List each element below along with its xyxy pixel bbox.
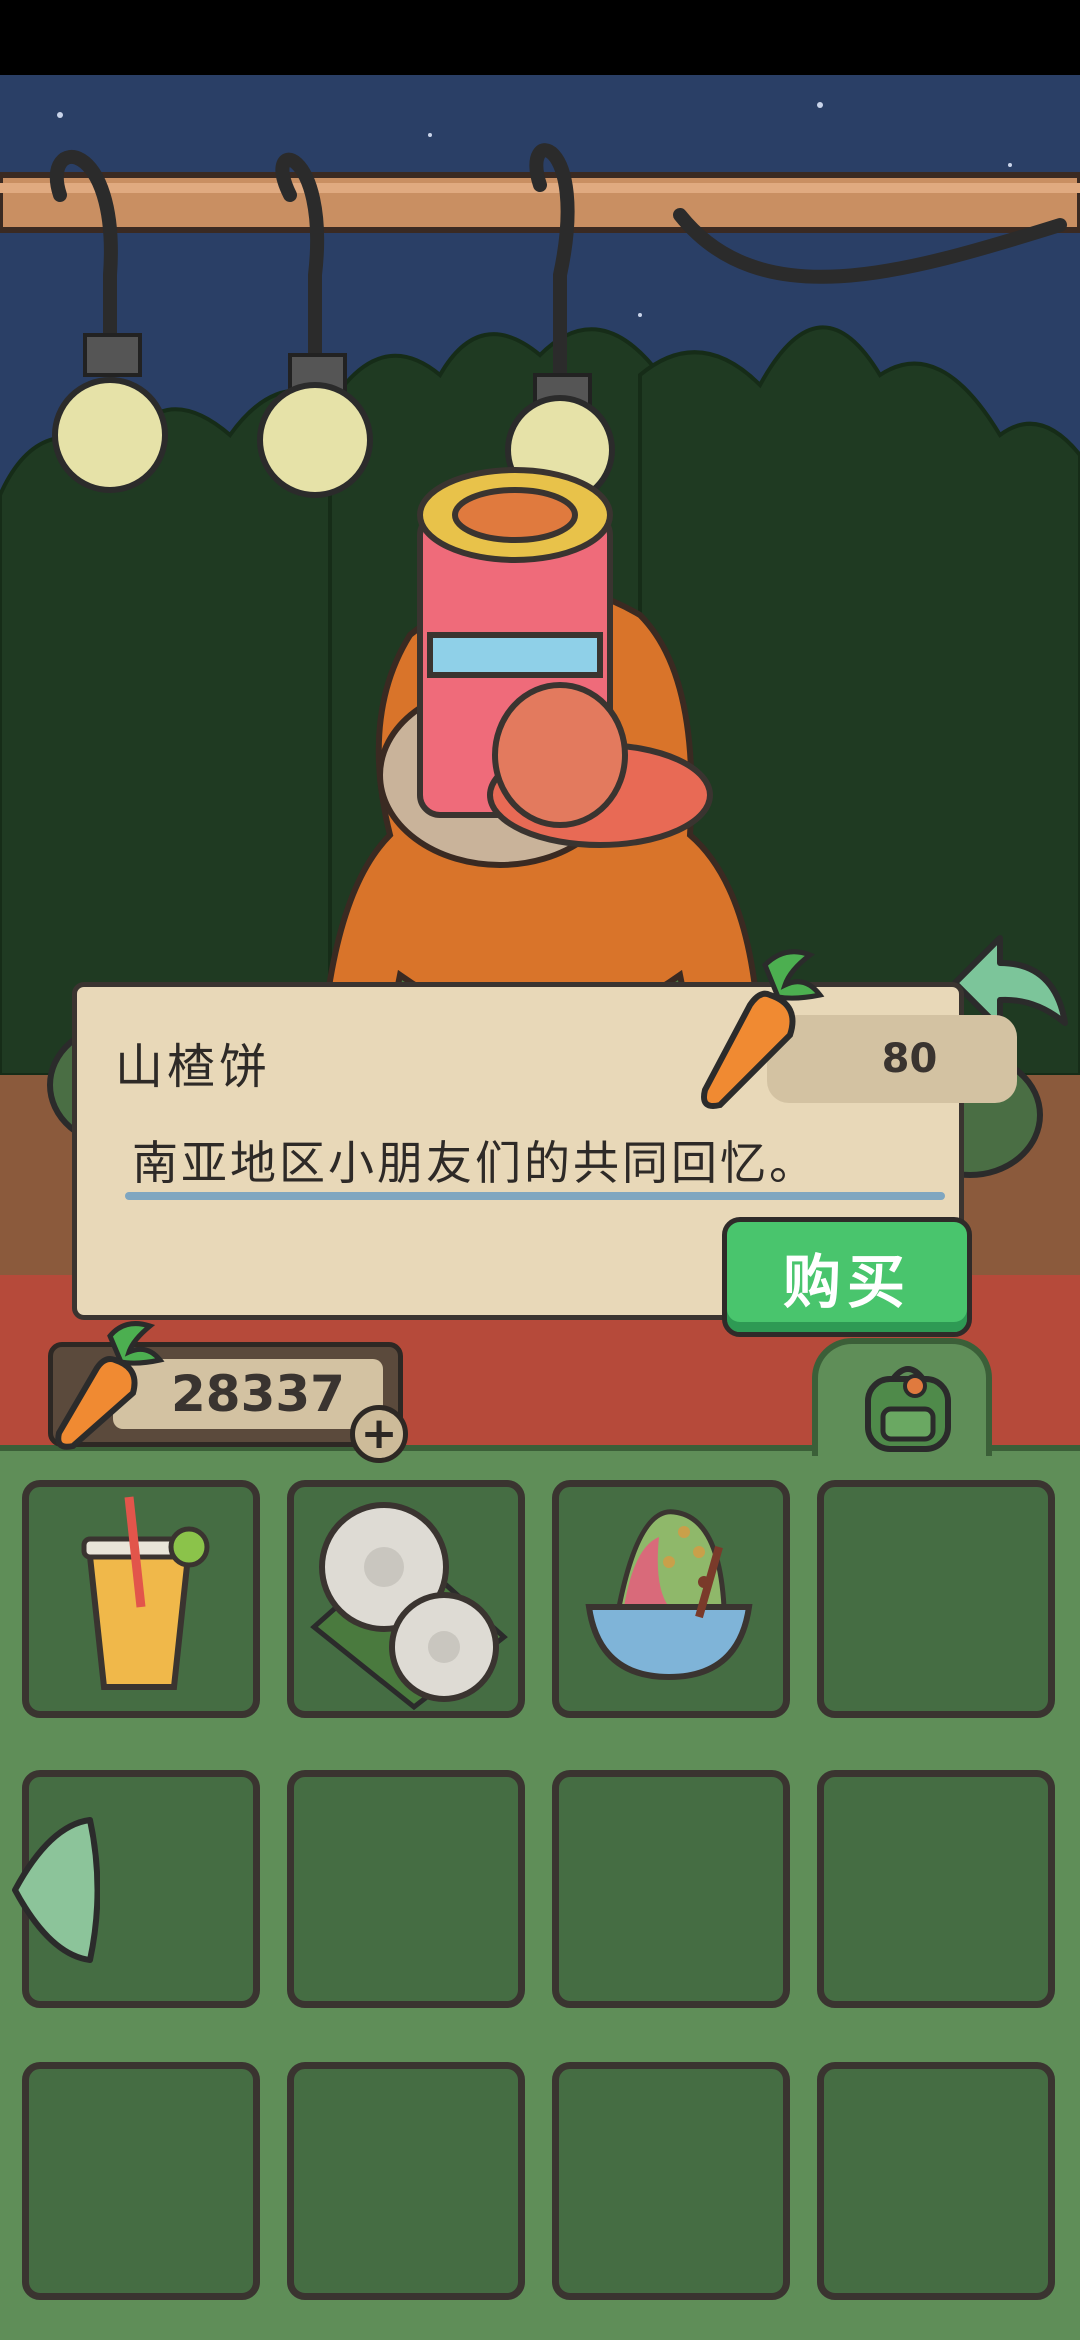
inventory-slot[interactable] — [817, 2062, 1055, 2300]
game-screen: 山楂饼 80 南亚地区小朋友们的共同回忆。 购买 28337 + — [0, 0, 1080, 2340]
inventory-slot[interactable] — [552, 1770, 790, 2008]
backpack-tab[interactable] — [812, 1338, 992, 1456]
item-title: 山楂饼 — [115, 1039, 272, 1095]
divider — [125, 1192, 945, 1200]
inventory-slot[interactable] — [817, 1770, 1055, 2008]
shaved-ice-dessert-item — [585, 1509, 753, 1681]
inventory-slot[interactable] — [817, 1480, 1055, 1718]
inventory-slot[interactable] — [287, 1770, 525, 2008]
carrot-icon — [55, 1321, 165, 1450]
inventory-slot[interactable] — [287, 1480, 525, 1718]
steamed-buns-item — [310, 1502, 508, 1711]
carrot-icon — [701, 949, 825, 1109]
inventory-slot[interactable] — [22, 2062, 260, 2300]
buy-button[interactable]: 购买 — [722, 1217, 972, 1337]
item-description: 南亚地区小朋友们的共同回忆。 — [132, 1136, 818, 1190]
plus-icon: + — [360, 1408, 398, 1459]
inventory-slot[interactable] — [552, 1480, 790, 1718]
inventory-slot[interactable] — [552, 2062, 790, 2300]
backpack-icon — [865, 1366, 951, 1452]
left-arrow-icon[interactable] — [10, 1815, 100, 1965]
plus-button[interactable]: + — [350, 1405, 408, 1463]
inventory-slot[interactable] — [22, 1480, 260, 1718]
status-bar — [0, 0, 1080, 75]
iced-drink-item — [81, 1496, 210, 1690]
inventory-slot[interactable] — [287, 2062, 525, 2300]
